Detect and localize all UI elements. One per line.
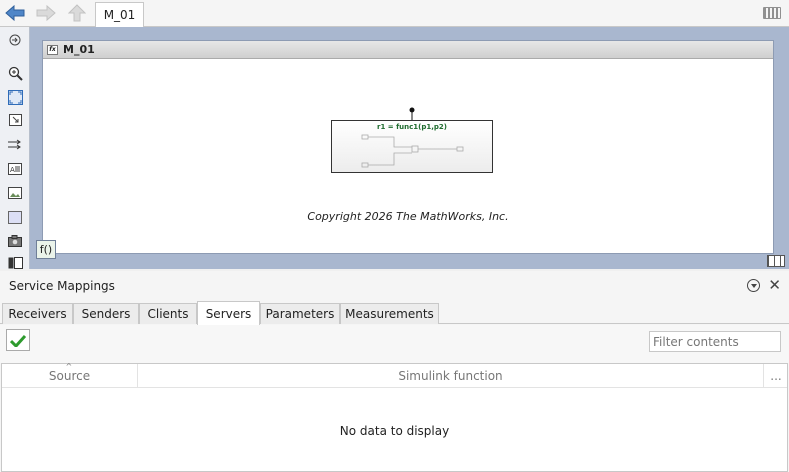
fit-to-view-button[interactable] [7,89,23,105]
hide-show-explorer-button[interactable] [7,32,23,48]
function-icon: fx [47,44,58,55]
block-internal-diagram-icon [361,134,464,168]
tab-clients[interactable]: Clients [139,303,197,324]
property-inspector-button[interactable] [7,255,23,271]
screenshot-button[interactable] [7,233,23,249]
forward-arrow-icon [36,5,56,21]
tab-servers[interactable]: Servers [197,301,260,325]
area-icon [8,210,22,224]
back-arrow-icon [5,5,25,21]
signal-line-button[interactable] [7,136,23,152]
tab-receivers[interactable]: Receivers [2,303,73,324]
text-annotation-icon: A [8,163,22,175]
camera-icon [8,235,22,247]
keyboard-icon[interactable] [763,7,781,19]
diagram-canvas[interactable]: fx M_01 r1 = func1(p1,p2) Copyright 2026… [30,27,789,269]
tab-measurements[interactable]: Measurements [340,303,439,324]
function-button[interactable]: f() [36,240,56,259]
fit-view-icon [7,89,23,105]
copyright-annotation: Copyright 2026 The MathWorks, Inc. [307,210,509,223]
arrow-circle-icon [9,34,21,46]
filter-input[interactable] [649,331,781,352]
panel-icon [8,257,23,269]
table-header: ^ Source Simulink function ... [2,362,788,388]
mapping-tabs: Receivers Senders Clients Servers Parame… [0,301,789,325]
up-arrow-icon [68,4,86,22]
area-button[interactable] [7,209,23,225]
service-mappings-panel: Service Mappings ✕ Receivers Senders Cli… [0,271,789,472]
back-button[interactable] [4,3,26,23]
panel-menu-icon[interactable] [747,279,760,292]
column-header-source[interactable]: ^ Source [2,362,138,388]
empty-message: No data to display [339,424,450,438]
panel-title: Service Mappings [9,279,115,293]
tab-parameters[interactable]: Parameters [260,303,340,324]
checkmark-icon [10,334,26,347]
validate-button[interactable] [6,329,30,351]
zoom-button[interactable] [7,65,23,81]
layout-toggle-icon[interactable] [767,255,785,267]
panel-toolbar [0,325,789,363]
more-columns-button[interactable]: ... [764,364,788,388]
zoom-in-icon [8,66,23,81]
simulink-function-block[interactable]: r1 = func1(p1,p2) [331,120,493,173]
model-editor: A fx M_01 r1 = func1(p1,p2) Copyright 20… [0,27,789,269]
model-tab[interactable]: M_01 [95,2,144,27]
mappings-table: ^ Source Simulink function ... No data t… [1,362,788,472]
zoom-area-button[interactable] [7,112,23,128]
model-frame: fx M_01 r1 = func1(p1,p2) Copyright 2026… [42,40,774,254]
tool-palette: A [0,27,30,269]
svg-text:A: A [10,166,15,174]
image-icon [8,187,22,199]
column-header-label: Source [48,369,91,383]
zoom-area-icon [8,114,22,126]
top-navigation-bar: M_01 [0,0,789,27]
frame-title: M_01 [63,43,95,56]
arrows-right-icon [7,139,21,149]
annotation-button[interactable]: A [7,161,23,177]
close-icon[interactable]: ✕ [768,276,781,294]
function-caller-port-icon [409,107,415,121]
column-header-simulink-function[interactable]: Simulink function [138,364,764,388]
forward-button[interactable] [35,3,57,23]
up-button[interactable] [66,3,88,23]
tab-senders[interactable]: Senders [73,303,139,324]
frame-title-bar: fx M_01 [43,41,773,59]
sort-caret-icon: ^ [65,362,73,371]
image-button[interactable] [7,185,23,201]
